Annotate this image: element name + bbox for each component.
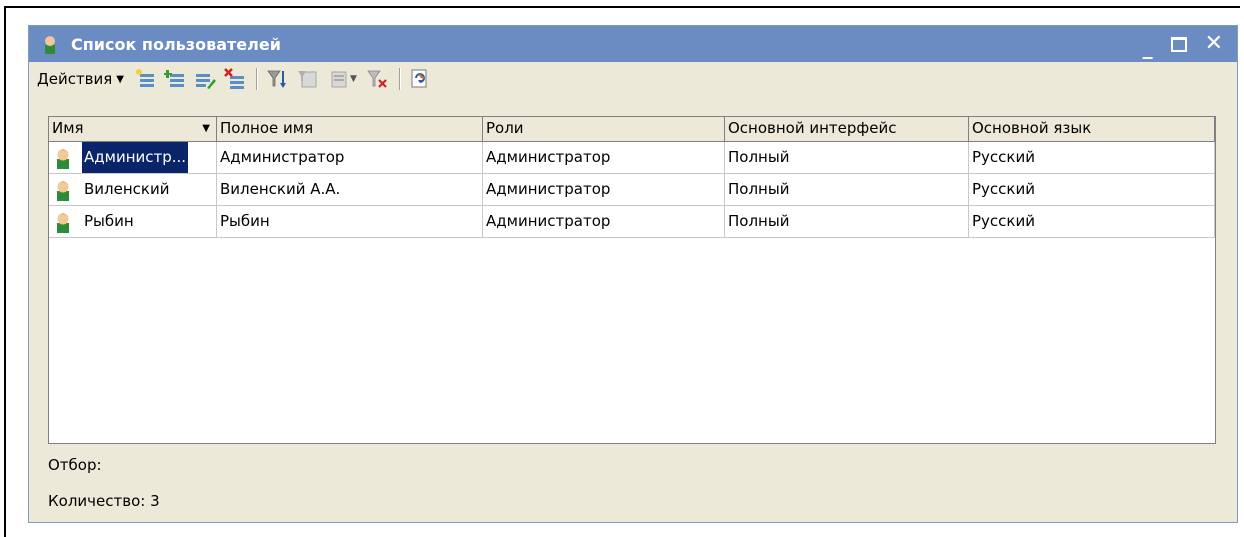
user-icon	[52, 210, 74, 234]
cell-full-name[interactable]: Виленский А.А.	[217, 174, 483, 205]
filter-label: Отбор:	[48, 456, 102, 474]
column-header-language[interactable]: Основной язык	[969, 117, 1215, 141]
maximize-button[interactable]	[1170, 36, 1187, 52]
cell-full-name[interactable]: Администратор	[217, 142, 483, 173]
table-row[interactable]: Администр... Администратор Администратор…	[49, 142, 1215, 174]
outer-frame-left	[4, 6, 6, 537]
user-icon	[39, 33, 61, 55]
refresh-icon[interactable]	[409, 68, 431, 90]
users-list-window: Список пользователей _ ✕ Действия ▼ ▼ Им…	[28, 25, 1238, 523]
delete-icon[interactable]	[224, 68, 246, 90]
user-name: Администр...	[80, 142, 190, 173]
actions-label: Действия	[37, 70, 113, 88]
sort-desc-icon: ▼	[202, 123, 210, 134]
cell-interface[interactable]: Полный	[725, 206, 969, 237]
users-table: Имя ▼ Полное имя Роли Основной интерфейс…	[48, 116, 1216, 444]
count-label: Количество: 3	[48, 492, 160, 510]
chevron-down-icon[interactable]: ▼	[350, 74, 357, 84]
filter-icon[interactable]	[266, 68, 288, 90]
cell-name[interactable]: Администр...	[49, 142, 217, 173]
column-header-name[interactable]: Имя ▼	[49, 117, 217, 141]
actions-menu-button[interactable]: Действия ▼	[37, 70, 124, 88]
cell-roles[interactable]: Администратор	[483, 174, 725, 205]
title-bar[interactable]: Список пользователей _ ✕	[29, 26, 1237, 62]
cell-language[interactable]: Русский	[969, 206, 1215, 237]
table-row[interactable]: Виленский Виленский А.А. Администратор П…	[49, 174, 1215, 206]
clear-filter-icon[interactable]	[367, 68, 389, 90]
table-row[interactable]: Рыбин Рыбин Администратор Полный Русский	[49, 206, 1215, 238]
filter-value-icon[interactable]	[296, 68, 318, 90]
add-copy-icon[interactable]	[164, 68, 186, 90]
minimize-button[interactable]: _	[1143, 37, 1153, 57]
toolbar-separator	[398, 68, 401, 90]
cell-name[interactable]: Виленский	[49, 174, 217, 205]
cell-full-name[interactable]: Рыбин	[217, 206, 483, 237]
filter-list-icon[interactable]	[326, 68, 348, 90]
toolbar-separator	[256, 68, 258, 90]
chevron-down-icon: ▼	[116, 73, 124, 85]
user-name: Виленский	[84, 180, 170, 198]
table-header: Имя ▼ Полное имя Роли Основной интерфейс…	[49, 117, 1215, 142]
toolbar: Действия ▼ ▼	[29, 62, 1237, 96]
cell-interface[interactable]: Полный	[725, 142, 969, 173]
user-icon	[52, 178, 74, 202]
cell-name[interactable]: Рыбин	[49, 206, 217, 237]
cell-interface[interactable]: Полный	[725, 174, 969, 205]
window-title: Список пользователей	[71, 34, 281, 54]
user-name: Рыбин	[84, 212, 134, 230]
cell-roles[interactable]: Администратор	[483, 206, 725, 237]
edit-icon[interactable]	[194, 68, 216, 90]
user-icon	[52, 146, 74, 170]
close-button[interactable]: ✕	[1205, 33, 1223, 55]
add-icon[interactable]	[134, 68, 156, 90]
outer-frame-top	[4, 6, 1240, 8]
cell-language[interactable]: Русский	[969, 142, 1215, 173]
cell-roles[interactable]: Администратор	[483, 142, 725, 173]
column-header-interface[interactable]: Основной интерфейс	[725, 117, 969, 141]
column-header-full-name[interactable]: Полное имя	[217, 117, 483, 141]
column-header-roles[interactable]: Роли	[483, 117, 725, 141]
cell-language[interactable]: Русский	[969, 174, 1215, 205]
